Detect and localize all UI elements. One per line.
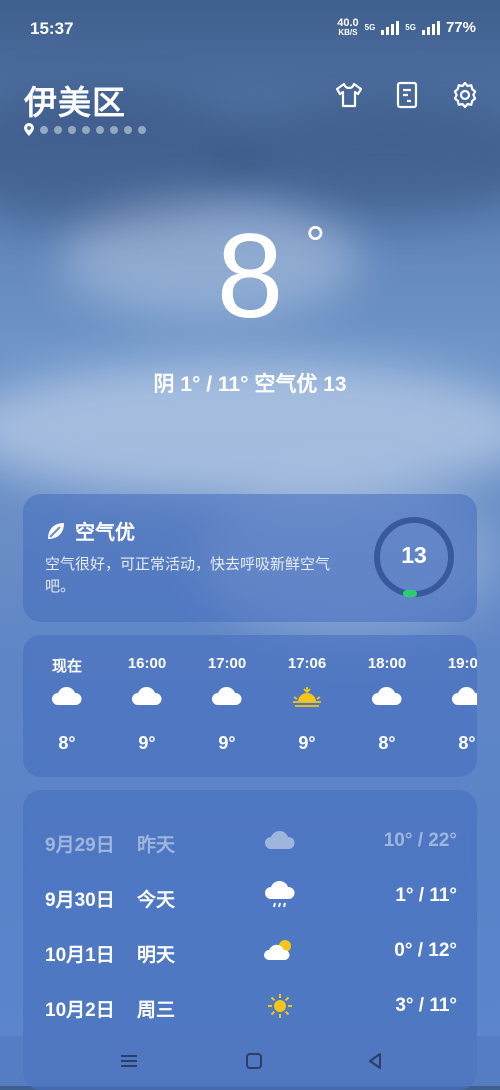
hourly-temp: 8° bbox=[378, 733, 396, 753]
network-speed: 40.0 KB/S bbox=[337, 17, 359, 37]
battery-percent: 77% bbox=[445, 19, 476, 36]
air-quality-description: 空气很好，可正常活动，快去呼吸新鲜空气吧。 bbox=[45, 556, 331, 595]
daily-temp-range: 0° / 12° bbox=[394, 940, 457, 961]
daily-date: 10月2日 bbox=[45, 1000, 115, 1021]
signal-icon bbox=[421, 20, 440, 35]
daily-date: 9月29日 bbox=[45, 835, 115, 856]
signal-icon bbox=[381, 20, 400, 35]
hourly-time: 17:00 bbox=[207, 655, 247, 672]
hourly-time: 16:00 bbox=[127, 655, 167, 672]
hourly-item: 16:00 9° bbox=[117, 655, 177, 754]
page-dot bbox=[40, 125, 48, 134]
daily-weekday: 明天 bbox=[137, 945, 176, 966]
cloud-icon bbox=[197, 677, 257, 717]
cloud-icon bbox=[117, 677, 177, 717]
page-dot bbox=[82, 125, 90, 134]
daily-row[interactable]: 10月1日 明天 0° / 12° bbox=[45, 936, 457, 966]
hourly-item: 17:00 9° bbox=[197, 655, 257, 754]
hourly-item: 现在 8° bbox=[37, 655, 97, 754]
daily-temp-range: 1° / 11° bbox=[395, 885, 457, 906]
navigation-bar bbox=[0, 1036, 500, 1086]
hourly-item: 17:06 9° bbox=[277, 655, 337, 754]
status-time: 15:37 bbox=[30, 19, 74, 38]
hourly-item: 18:00 8° bbox=[357, 655, 417, 754]
clothing-icon[interactable] bbox=[334, 80, 364, 110]
menu-icon[interactable] bbox=[118, 1050, 140, 1072]
daily-temp-range: 10° / 22° bbox=[383, 830, 457, 851]
location-name[interactable]: 伊美区 bbox=[24, 76, 126, 124]
cloud-icon bbox=[437, 677, 477, 717]
air-quality-title: 空气优 bbox=[45, 516, 135, 545]
background-cloud bbox=[220, 100, 500, 220]
daily-weekday: 今天 bbox=[137, 890, 176, 911]
hourly-forecast-card[interactable]: 现在 8° 16:00 9° 17:00 9° 17:06 9° 18:00 8° 19:00 8° bbox=[23, 635, 477, 777]
daily-weekday: 昨天 bbox=[137, 835, 176, 856]
daily-date: 10月1日 bbox=[45, 945, 115, 966]
aqi-level-marker bbox=[403, 590, 417, 597]
daily-weekday: 周三 bbox=[137, 1000, 176, 1021]
sunset-icon bbox=[277, 677, 337, 717]
location-pin-icon bbox=[24, 123, 34, 136]
leaf-icon bbox=[48, 522, 64, 539]
network-type-2: 5G bbox=[405, 22, 416, 32]
daily-row[interactable]: 10月2日 周三 3° / 11° bbox=[45, 991, 457, 1021]
home-icon[interactable] bbox=[243, 1050, 265, 1072]
current-temperature: 8 ° bbox=[216, 209, 326, 343]
cloud-icon bbox=[37, 677, 97, 717]
gear-icon[interactable] bbox=[450, 80, 480, 110]
network-type-1: 5G bbox=[364, 22, 376, 32]
status-right: 40.0 KB/S 5G 5G 77% bbox=[337, 18, 476, 37]
hourly-temp: 8° bbox=[458, 733, 476, 753]
daily-temp-range: 3° / 11° bbox=[395, 995, 457, 1016]
hourly-temp: 9° bbox=[138, 733, 156, 753]
hourly-temp: 8° bbox=[58, 733, 76, 753]
page-dot bbox=[124, 125, 132, 134]
daily-row[interactable]: 9月30日 今天 1° / 11° bbox=[45, 880, 457, 911]
header-actions bbox=[334, 80, 480, 110]
hourly-temp: 9° bbox=[218, 733, 236, 753]
aqi-value: 13 bbox=[401, 542, 427, 568]
page-dot bbox=[68, 125, 76, 134]
daily-row[interactable]: 9月29日 昨天 10° / 22° bbox=[45, 826, 457, 856]
partly-sunny-icon bbox=[263, 936, 297, 966]
hourly-temp: 9° bbox=[298, 733, 316, 753]
status-bar: 15:37 40.0 KB/S 5G 5G 77% bbox=[0, 0, 500, 56]
hourly-time: 18:00 bbox=[367, 655, 407, 672]
cloud-icon bbox=[263, 826, 297, 856]
page-indicator[interactable] bbox=[24, 123, 146, 136]
page-dot bbox=[54, 125, 62, 134]
hourly-time: 17:06 bbox=[287, 655, 327, 672]
sun-icon bbox=[263, 991, 297, 1021]
hourly-time: 19:00 bbox=[447, 655, 477, 672]
back-icon[interactable] bbox=[364, 1050, 386, 1072]
air-quality-card[interactable]: 空气优 空气很好，可正常活动，快去呼吸新鲜空气吧。 13 bbox=[23, 494, 477, 622]
city-manage-icon[interactable] bbox=[392, 80, 422, 110]
cloud-icon bbox=[357, 677, 417, 717]
rain-cloud-icon bbox=[263, 880, 297, 911]
hourly-item: 19:00 8° bbox=[437, 655, 477, 754]
daily-date: 9月30日 bbox=[45, 890, 115, 911]
page-dot bbox=[110, 125, 118, 134]
weather-summary: 阴 1° / 11° 空气优 13 bbox=[153, 373, 347, 396]
page-dot bbox=[96, 125, 104, 134]
hourly-time: 现在 bbox=[51, 658, 82, 675]
aqi-gauge: 13 bbox=[373, 516, 455, 598]
page-dot bbox=[138, 125, 146, 134]
